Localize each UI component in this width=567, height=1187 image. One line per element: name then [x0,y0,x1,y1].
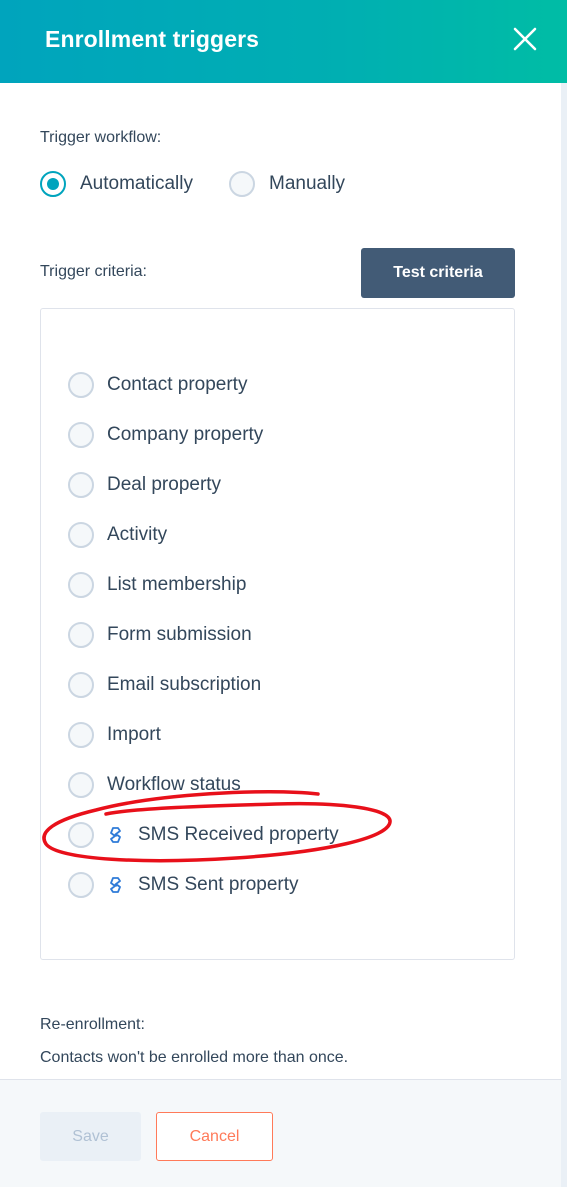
criteria-radio[interactable] [68,772,94,798]
criteria-radio[interactable] [68,822,94,848]
save-button[interactable]: Save [40,1112,141,1161]
criteria-option-label: Contact property [107,374,248,395]
criteria-option-deal-property[interactable]: Deal property [41,472,516,512]
reenrollment-label: Re-enrollment: [40,1016,145,1033]
criteria-option-email-subscription[interactable]: Email subscription [41,672,516,712]
criteria-option-label: Workflow status [107,774,241,795]
radio-automatically-label[interactable]: Automatically [80,173,193,195]
criteria-radio[interactable] [68,522,94,548]
panel-header: Enrollment triggers [0,0,567,83]
criteria-option-contact-property[interactable]: Contact property [41,372,516,412]
criteria-option-activity[interactable]: Activity [41,522,516,562]
reenrollment-description: Contacts won't be enrolled more than onc… [40,1049,349,1066]
integration-app-icon [110,877,121,893]
criteria-option-label: Company property [107,424,264,445]
integration-app-icon [110,827,121,843]
criteria-radio[interactable] [68,722,94,748]
criteria-option-label: SMS Received property [138,824,339,845]
panel-title: Enrollment triggers [45,26,260,52]
background-edge [561,83,567,1187]
criteria-radio[interactable] [68,472,94,498]
criteria-option-workflow-status[interactable]: Workflow status [41,772,516,812]
criteria-option-label: SMS Sent property [138,874,299,895]
test-criteria-button[interactable]: Test criteria [361,248,515,298]
criteria-radio[interactable] [68,572,94,598]
criteria-option-sms-sent-property[interactable]: SMS Sent property [41,872,516,912]
close-button[interactable] [508,22,542,56]
close-icon [513,27,537,51]
criteria-option-import[interactable]: Import [41,722,516,762]
criteria-option-label: Form submission [107,624,252,645]
criteria-options-box: Contact property Company property Deal p… [40,308,515,960]
criteria-option-sms-received-property[interactable]: SMS Received property [41,822,516,862]
trigger-criteria-label: Trigger criteria: [40,263,147,280]
trigger-workflow-label: Trigger workflow: [40,129,162,146]
radio-manually-label[interactable]: Manually [269,173,345,195]
criteria-option-list-membership[interactable]: List membership [41,572,516,612]
criteria-option-form-submission[interactable]: Form submission [41,622,516,662]
criteria-radio[interactable] [68,672,94,698]
radio-automatically[interactable] [40,171,66,197]
radio-manually[interactable] [229,171,255,197]
criteria-option-company-property[interactable]: Company property [41,422,516,462]
criteria-option-label: Activity [107,524,168,545]
criteria-option-label: Email subscription [107,674,262,695]
criteria-radio[interactable] [68,422,94,448]
criteria-radio[interactable] [68,872,94,898]
cancel-button[interactable]: Cancel [156,1112,273,1161]
criteria-option-label: Import [107,724,161,745]
criteria-radio[interactable] [68,372,94,398]
criteria-option-label: List membership [107,574,247,595]
criteria-option-label: Deal property [107,474,222,495]
criteria-radio[interactable] [68,622,94,648]
